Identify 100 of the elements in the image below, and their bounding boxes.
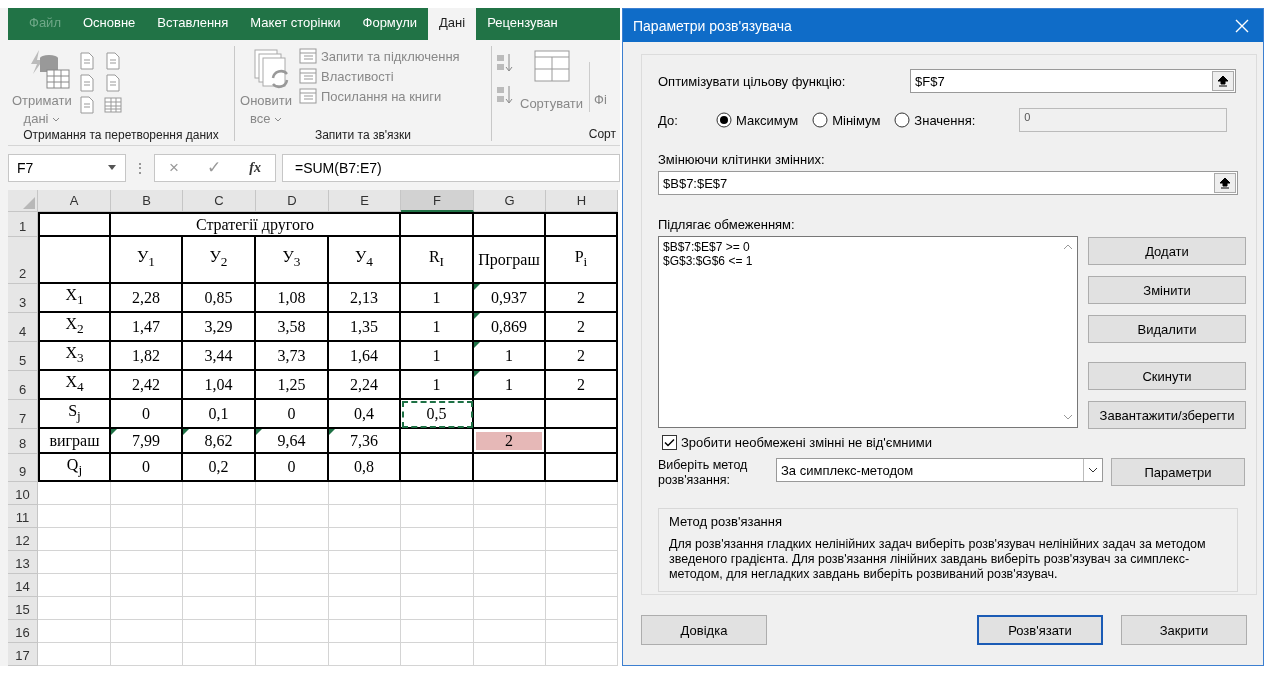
cell-text: 2 bbox=[577, 317, 585, 336]
row-header[interactable]: 14 bbox=[8, 574, 38, 597]
dialog-button[interactable]: Скинути bbox=[1088, 362, 1246, 390]
cell-text: 1,08 bbox=[277, 288, 306, 307]
group-label: Запити та зв'язки bbox=[313, 128, 413, 142]
row-header[interactable]: 16 bbox=[8, 620, 38, 643]
method-dropdown[interactable]: За симплекс-методом bbox=[776, 458, 1103, 482]
cell-text: 0 bbox=[142, 404, 150, 423]
column-header[interactable]: A bbox=[38, 190, 111, 212]
group-label: Сорт bbox=[587, 127, 616, 141]
list-icon bbox=[299, 68, 317, 84]
column-header[interactable]: C bbox=[183, 190, 256, 212]
row-header[interactable]: 17 bbox=[8, 643, 38, 666]
row-header[interactable]: 8 bbox=[8, 429, 38, 454]
row-header[interactable]: 11 bbox=[8, 505, 38, 528]
radio-icon[interactable] bbox=[812, 112, 829, 128]
row-header[interactable]: 1 bbox=[8, 212, 38, 237]
options-button[interactable]: Параметри bbox=[1111, 458, 1245, 486]
cell-text: 0,2 bbox=[208, 458, 229, 476]
column-header[interactable]: F bbox=[401, 190, 474, 212]
radio-option[interactable]: Значення: bbox=[894, 112, 976, 128]
cell-text: 3,29 bbox=[204, 317, 233, 336]
list-item[interactable]: $B$7:$E$7 >= 0 bbox=[663, 240, 753, 254]
value-field[interactable]: 0 bbox=[1019, 108, 1228, 132]
cell-text: 2,42 bbox=[132, 375, 160, 394]
cell-text: 1,47 bbox=[132, 317, 160, 336]
scroll-up-icon[interactable] bbox=[1063, 243, 1073, 251]
empty-cell bbox=[329, 528, 401, 551]
dialog-button[interactable]: Розв'язати bbox=[977, 615, 1103, 645]
row-header[interactable]: 4 bbox=[8, 313, 38, 342]
empty-cell bbox=[546, 482, 618, 505]
list-item[interactable]: $G$3:$G$6 <= 1 bbox=[663, 254, 753, 268]
row-header[interactable]: 3 bbox=[8, 284, 38, 313]
cell-text: 9,64 bbox=[277, 431, 306, 450]
radio-icon[interactable] bbox=[716, 112, 732, 128]
cell-text: 2,28 bbox=[132, 288, 160, 307]
radio-option[interactable]: Мінімум bbox=[812, 112, 881, 128]
cell-text: У$_{3}$ bbox=[282, 248, 301, 271]
empty-cell bbox=[111, 597, 183, 620]
cell-text: 0 bbox=[287, 458, 296, 476]
insert-function-button[interactable]: fx bbox=[249, 159, 261, 176]
cell-text: 2,24 bbox=[350, 375, 378, 394]
row-header[interactable]: 15 bbox=[8, 597, 38, 620]
objective-field[interactable]: $F$7 bbox=[910, 69, 1236, 93]
more-handle[interactable]: ⋮ bbox=[132, 159, 148, 176]
empty-cell bbox=[329, 643, 401, 666]
row-header[interactable]: 10 bbox=[8, 482, 38, 505]
cell-text: 1,64 bbox=[350, 346, 378, 365]
empty-cell bbox=[474, 528, 546, 551]
dropdown-icon bbox=[107, 164, 117, 171]
cell-text: 1 bbox=[505, 375, 513, 394]
name-box[interactable]: F7 bbox=[8, 153, 126, 182]
column-header[interactable]: G bbox=[474, 190, 546, 212]
select-all-corner[interactable] bbox=[8, 190, 38, 212]
cell-text: 0,869 bbox=[491, 317, 527, 336]
column-header[interactable]: D bbox=[256, 190, 329, 212]
empty-cell bbox=[111, 643, 183, 666]
checkbox[interactable] bbox=[662, 435, 677, 450]
row-header[interactable]: 5 bbox=[8, 342, 38, 371]
dialog-button[interactable]: Змінити bbox=[1088, 276, 1246, 304]
empty-cell bbox=[474, 620, 546, 643]
cell-text: 0,85 bbox=[204, 288, 233, 307]
column-header[interactable]: E bbox=[329, 190, 401, 212]
cell-text: 1,25 bbox=[277, 375, 306, 394]
scroll-down-icon[interactable] bbox=[1063, 413, 1073, 421]
dialog-button[interactable]: Завантажити/зберегти bbox=[1088, 401, 1246, 429]
row-header[interactable]: 9 bbox=[8, 454, 38, 482]
cell-text: 2 bbox=[577, 346, 585, 365]
cell-text: 0,5 bbox=[426, 404, 447, 423]
cell-text: 3,58 bbox=[277, 317, 306, 336]
cell-text: 1 bbox=[432, 288, 441, 307]
row-header[interactable]: 2 bbox=[8, 237, 38, 284]
dialog-button[interactable]: Видалити bbox=[1088, 315, 1246, 343]
dialog-button[interactable]: Додати bbox=[1088, 237, 1246, 265]
cell-text: 8,62 bbox=[204, 431, 233, 450]
radio-icon[interactable] bbox=[894, 112, 911, 128]
empty-cell bbox=[546, 620, 618, 643]
empty-cell bbox=[111, 482, 183, 505]
column-header[interactable]: H bbox=[546, 190, 618, 212]
cell-text: У$_{4}$ bbox=[355, 248, 373, 271]
collapse-button[interactable] bbox=[1212, 71, 1234, 91]
row-header[interactable]: 6 bbox=[8, 371, 38, 400]
dialog-button[interactable]: Довідка bbox=[641, 615, 767, 645]
empty-cell bbox=[111, 528, 183, 551]
empty-cell bbox=[546, 505, 618, 528]
row-header[interactable]: 12 bbox=[8, 528, 38, 551]
cell-text: У$_{2}$ bbox=[209, 248, 228, 271]
row-header[interactable]: 7 bbox=[8, 400, 38, 429]
collapse-button[interactable] bbox=[1214, 173, 1236, 193]
close-icon[interactable] bbox=[1235, 18, 1249, 33]
row-header[interactable]: 13 bbox=[8, 551, 38, 574]
formula-field[interactable]: =SUM(B7:E7) bbox=[282, 153, 620, 182]
radio-option[interactable]: Максимум bbox=[716, 112, 799, 128]
dialog-button[interactable]: Закрити bbox=[1121, 615, 1247, 645]
empty-cell bbox=[474, 574, 546, 597]
constraints-list[interactable]: $B$7:$E$7 >= 0 $G$3:$G$6 <= 1 bbox=[658, 236, 1078, 428]
cell-text: 2 bbox=[577, 288, 585, 307]
cell-text: 1 bbox=[432, 346, 441, 365]
variables-field[interactable]: $B$7:$E$7 bbox=[658, 171, 1238, 195]
column-header[interactable]: B bbox=[111, 190, 183, 212]
